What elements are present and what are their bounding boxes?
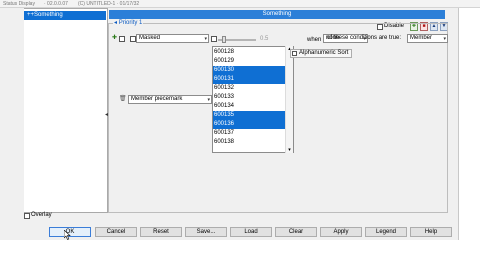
tree-item-something[interactable]: ++Something [24, 11, 106, 20]
opacity-slider-thumb[interactable] [222, 36, 226, 43]
scroll-down-icon[interactable]: ▾ [286, 147, 293, 153]
list-item[interactable]: 600136 [213, 120, 286, 129]
help-button[interactable]: Help [410, 227, 452, 237]
list-item[interactable]: 600133 [213, 93, 286, 102]
window-title: Status Display [3, 1, 35, 7]
sort-icon [292, 51, 297, 56]
when-label: when [307, 37, 322, 43]
condition1-checkbox[interactable] [119, 36, 125, 42]
list-item[interactable]: 600132 [213, 84, 286, 93]
list-item[interactable]: 600131 [213, 75, 286, 84]
chevron-down-icon: ▾ [443, 36, 446, 42]
window-version: · 02.0.0.07 [44, 1, 68, 7]
property2-select[interactable]: Member piecemark ▾ [128, 95, 212, 104]
cancel-button[interactable]: Cancel [95, 227, 137, 237]
slider-checkbox[interactable] [211, 36, 217, 42]
priority-label: ◂ Priority 1 [113, 20, 144, 27]
apply-button[interactable]: Apply [320, 227, 362, 237]
list-item[interactable]: 600130 [213, 66, 286, 75]
listbox-scrollbar[interactable]: ▴ ▾ [285, 46, 293, 153]
list-item[interactable]: 600138 [213, 138, 286, 147]
clear-button[interactable]: Clear [275, 227, 317, 237]
delete-icon[interactable]: 🗑 [119, 96, 127, 103]
rule-tree[interactable]: ++Something [24, 8, 108, 213]
window-titlebar[interactable]: Status Display · 02.0.0.07 (C) UNTITLED-… [0, 0, 480, 8]
reset-button[interactable]: Reset [140, 227, 182, 237]
list-item[interactable]: 600137 [213, 129, 286, 138]
rule-header[interactable]: Something [109, 10, 445, 19]
conditions-text: of these conditions are true: [327, 35, 402, 41]
list-item[interactable]: 600129 [213, 57, 286, 66]
save-button[interactable]: Save... [185, 227, 227, 237]
alphanumeric-sort-button[interactable]: Alphanumeric Sort [290, 49, 352, 58]
add-condition-icon[interactable]: ✚ [111, 35, 118, 42]
tree-item-label: +Something [30, 12, 63, 18]
chevron-down-icon: ▾ [207, 97, 210, 103]
property-select[interactable]: Masked ▾ [136, 34, 209, 43]
mouse-cursor-icon [64, 230, 71, 240]
overlay-checkbox[interactable] [24, 213, 30, 219]
list-item[interactable]: 600128 [213, 48, 286, 57]
value-listbox[interactable]: 600128 600129 600130 600131 600132 60013… [212, 46, 294, 153]
overlay-label: Overlay [31, 212, 52, 218]
list-item[interactable]: 600134 [213, 102, 286, 111]
slider-value: 0.5 [260, 36, 269, 42]
rule-header-title: Something [262, 11, 292, 17]
window-subtitle: (C) UNTITLED-1 · 01/17/32 [78, 1, 140, 7]
list-item[interactable]: 600135 [213, 111, 286, 120]
chevron-down-icon: ▾ [204, 36, 207, 42]
target-select[interactable]: Member ▾ [407, 34, 448, 43]
legend-button[interactable]: Legend [365, 227, 407, 237]
load-button[interactable]: Load [230, 227, 272, 237]
